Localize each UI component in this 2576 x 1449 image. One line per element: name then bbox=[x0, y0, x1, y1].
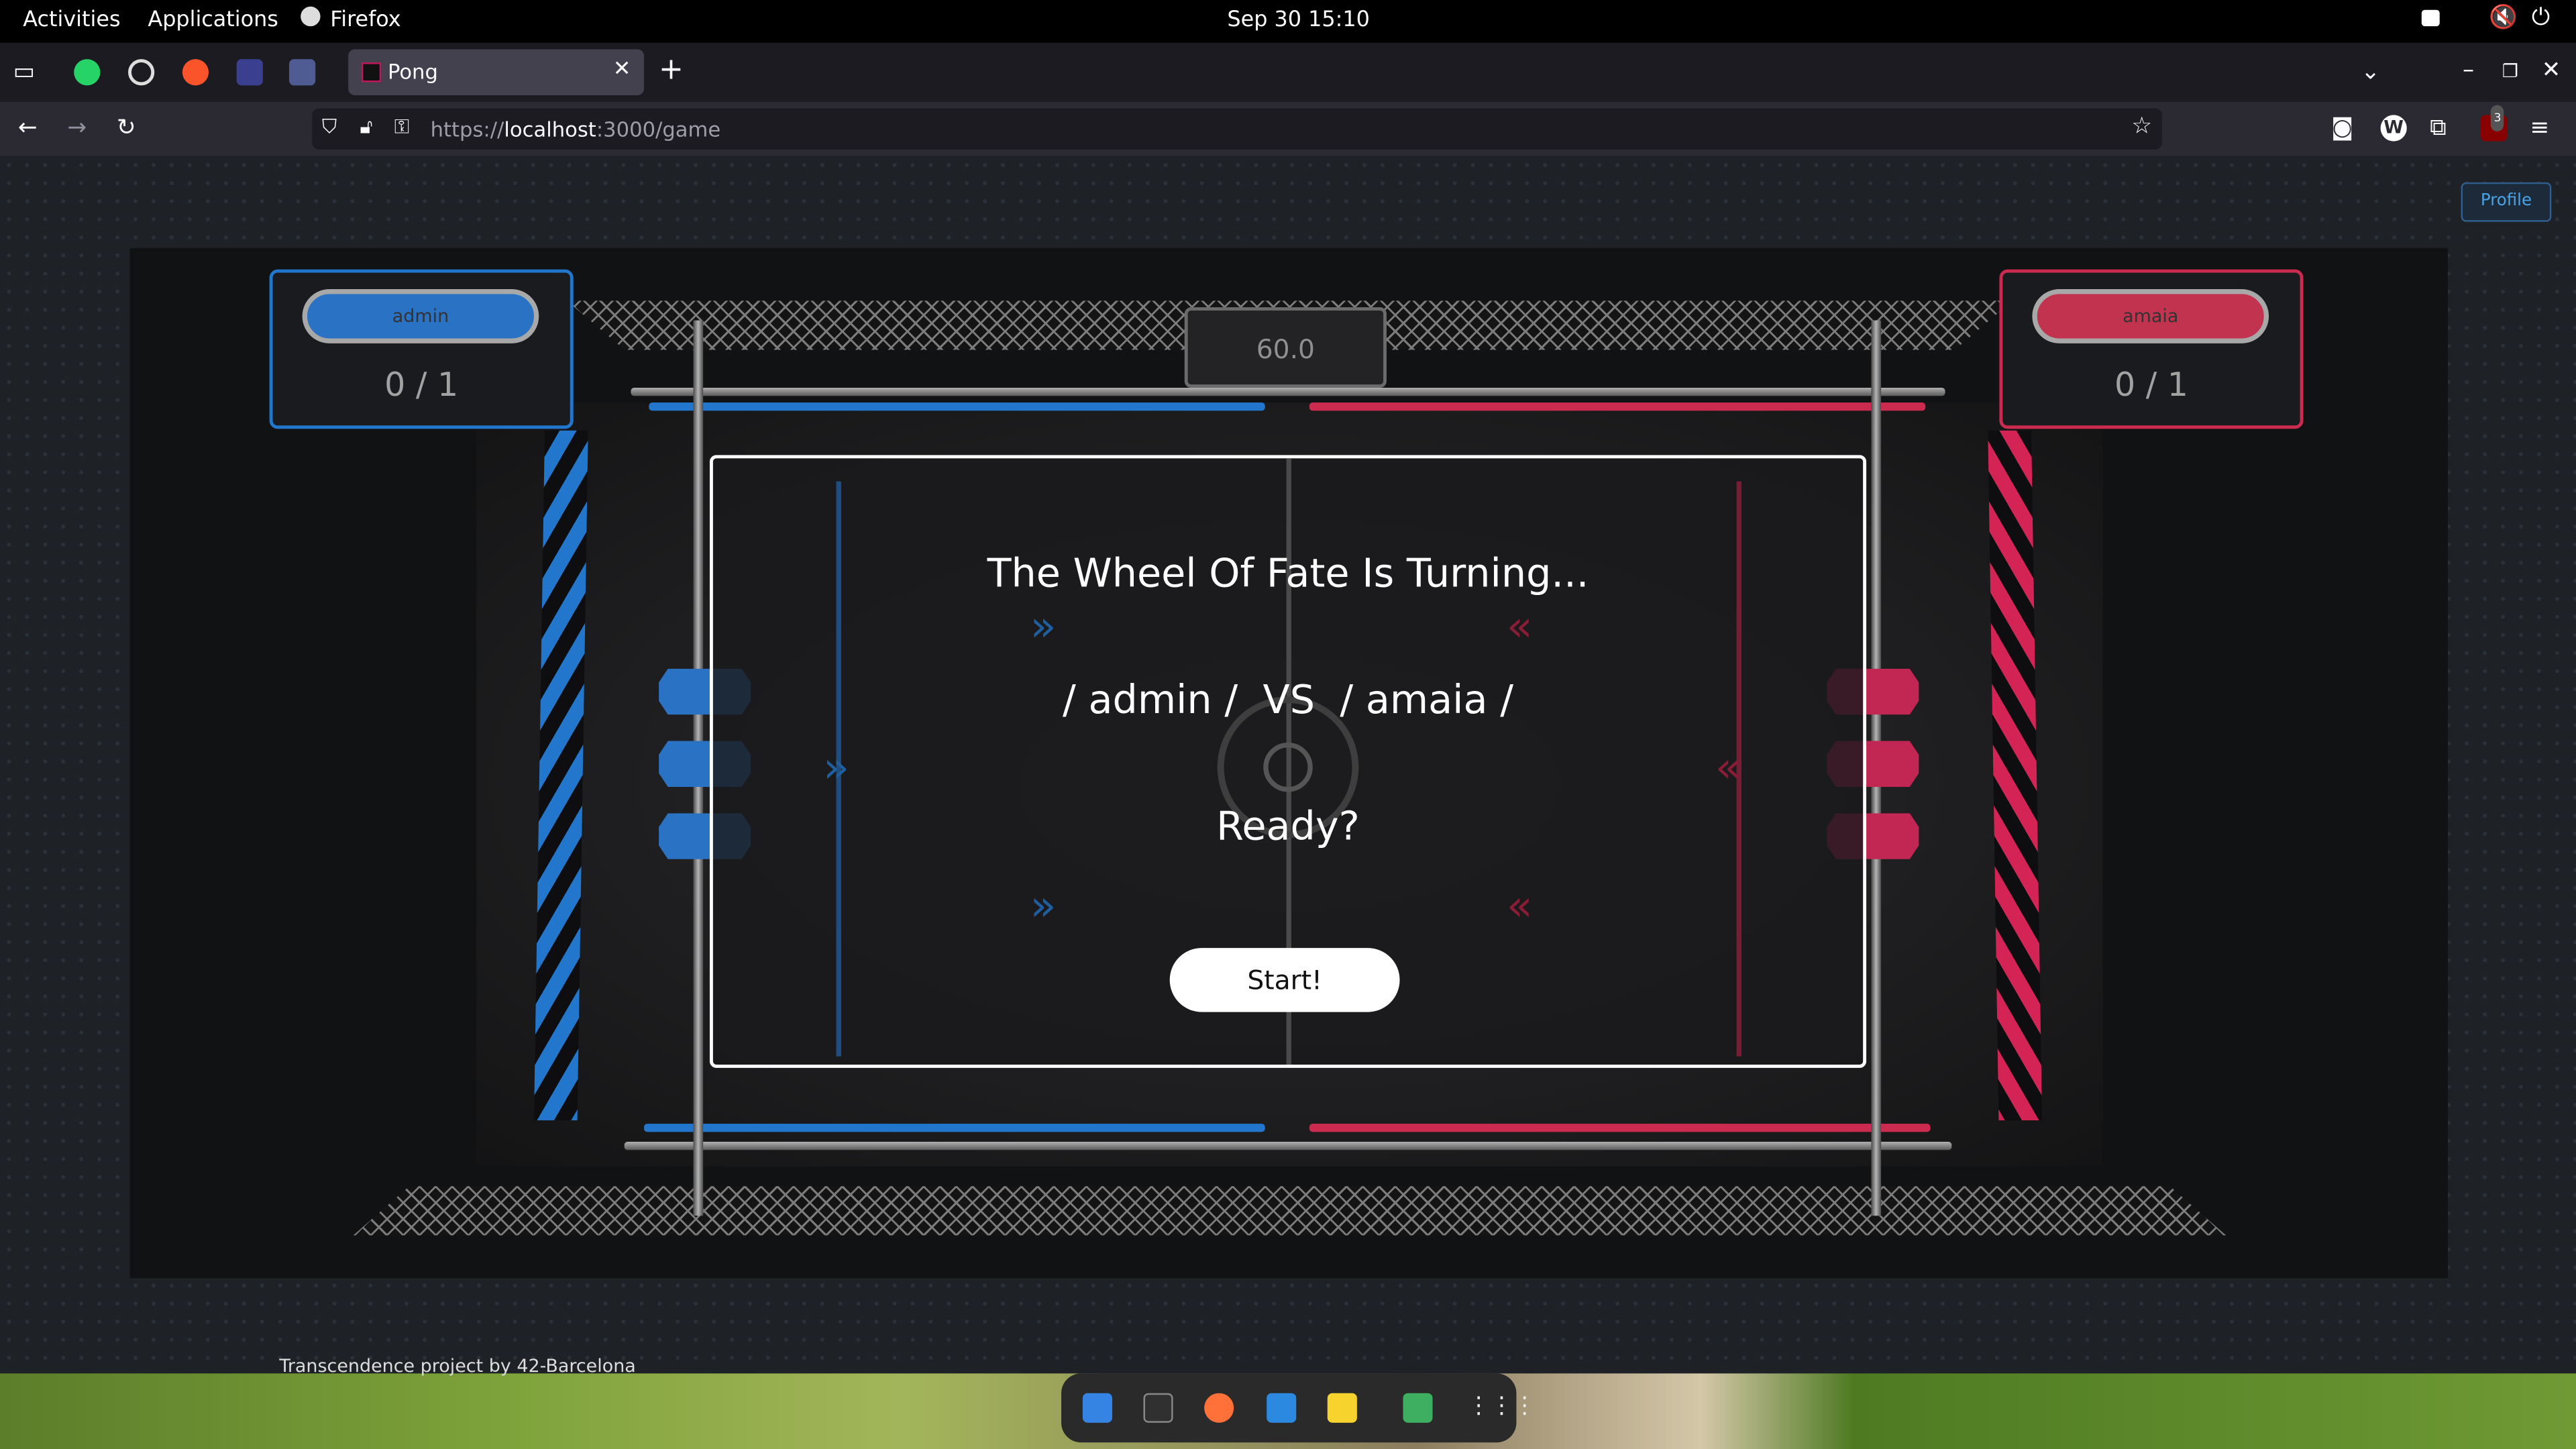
volume-muted-icon[interactable]: 🔇 bbox=[2489, 5, 2518, 31]
app-grid-icon[interactable]: ⋮⋮⋮ bbox=[1467, 1393, 1536, 1419]
left-player-score: 0 / 1 bbox=[384, 364, 459, 405]
app-menu-firefox[interactable]: Firefox bbox=[330, 8, 400, 33]
notes-icon[interactable] bbox=[1327, 1393, 1357, 1423]
pocket-icon[interactable]: ◙ bbox=[2331, 115, 2353, 141]
menu-icon[interactable]: ≡ bbox=[2530, 115, 2549, 141]
top-blue-line bbox=[649, 402, 1265, 411]
start-button[interactable]: Start! bbox=[1169, 948, 1400, 1012]
ublock-icon[interactable]: 3 bbox=[2480, 105, 2508, 142]
vscode-icon[interactable] bbox=[1267, 1393, 1297, 1423]
tab-overview-icon[interactable]: ▭ bbox=[13, 59, 35, 85]
globe-icon[interactable] bbox=[128, 59, 155, 86]
firefox-small-icon bbox=[301, 6, 321, 27]
key-icon[interactable]: ⚿ bbox=[394, 115, 409, 140]
tab-pong[interactable]: Pong ✕ bbox=[348, 49, 645, 96]
system-top-bar: Activities Applications Firefox Sep 30 1… bbox=[0, 0, 2576, 43]
bottom-rail bbox=[624, 1142, 1952, 1150]
blue-chevron-icon: » bbox=[822, 744, 849, 794]
match-timer: 60.0 bbox=[1184, 307, 1387, 388]
php-icon[interactable] bbox=[289, 59, 316, 86]
list-tabs-chevron-icon[interactable]: ⌄ bbox=[2361, 59, 2380, 85]
close-tab-icon[interactable]: ✕ bbox=[613, 58, 631, 83]
page-footer: Transcendence project by 42-Barcelona bbox=[279, 1355, 636, 1377]
left-player-scorebox: admin 0 / 1 bbox=[269, 269, 574, 429]
pong-favicon-icon bbox=[361, 62, 382, 83]
power-icon[interactable]: ⏻ bbox=[2532, 5, 2550, 31]
back-icon[interactable]: ← bbox=[18, 115, 38, 141]
url-bar[interactable]: ⛉ 🔓︎ ⚿ https://localhost:3000/game ☆ bbox=[312, 108, 2162, 150]
clock[interactable]: Sep 30 15:10 bbox=[1227, 8, 1370, 33]
tab-title: Pong bbox=[387, 59, 438, 84]
extensions-icon[interactable]: ⧉ bbox=[2430, 115, 2446, 141]
extension-badge: 3 bbox=[2490, 105, 2505, 131]
dialog-title: The Wheel Of Fate Is Turning... bbox=[987, 550, 1589, 596]
firefox-icon[interactable] bbox=[1204, 1393, 1234, 1423]
reload-icon[interactable]: ↻ bbox=[117, 115, 136, 141]
ready-prompt: Ready? bbox=[1216, 803, 1360, 850]
red-chevron-icon: « bbox=[1506, 602, 1533, 653]
bookmark-star-icon[interactable]: ☆ bbox=[2131, 113, 2152, 140]
software-icon[interactable] bbox=[1403, 1393, 1433, 1423]
profile-button[interactable]: Profile bbox=[2461, 182, 2552, 222]
minimize-icon[interactable]: – bbox=[2463, 58, 2474, 84]
lock-icon bbox=[2421, 9, 2440, 27]
shield-icon[interactable]: ⛉ bbox=[322, 115, 337, 140]
files-icon[interactable] bbox=[1082, 1393, 1112, 1423]
brave-icon[interactable] bbox=[182, 59, 209, 86]
bottom-red-line bbox=[1309, 1124, 1931, 1132]
right-player-score: 0 / 1 bbox=[2114, 364, 2188, 405]
bottom-mesh-wall bbox=[353, 1186, 2226, 1236]
bracket-icon[interactable] bbox=[236, 59, 263, 86]
top-red-line bbox=[1309, 402, 1926, 411]
red-chevron-icon: « bbox=[1506, 882, 1533, 932]
blue-chevron-icon: » bbox=[1030, 882, 1057, 932]
terminal-icon[interactable] bbox=[1143, 1393, 1173, 1423]
activities-button[interactable]: Activities bbox=[23, 8, 120, 33]
wordpress-icon[interactable]: W bbox=[2380, 115, 2407, 142]
right-player-name: amaia bbox=[2032, 289, 2269, 343]
red-chevron-icon: « bbox=[1715, 744, 1741, 794]
url-text: https://localhost:3000/game bbox=[430, 116, 721, 142]
right-player-scorebox: amaia 0 / 1 bbox=[1999, 269, 2304, 429]
top-rail bbox=[631, 387, 1945, 396]
bottom-blue-line bbox=[644, 1124, 1265, 1132]
whatsapp-icon[interactable] bbox=[74, 59, 101, 86]
applications-menu[interactable]: Applications bbox=[148, 8, 278, 33]
restore-icon[interactable]: ❐ bbox=[2502, 59, 2518, 85]
matchup-text: / admin / VS / amaia / bbox=[1063, 676, 1514, 723]
left-player-name: admin bbox=[302, 289, 539, 343]
window-close-icon[interactable]: ✕ bbox=[2542, 58, 2561, 84]
new-tab-icon[interactable]: + bbox=[659, 55, 684, 85]
forward-icon[interactable]: → bbox=[67, 115, 87, 141]
blue-chevron-icon: » bbox=[1030, 602, 1057, 653]
center-dot bbox=[1263, 742, 1313, 792]
insecure-lock-icon[interactable]: 🔓︎ bbox=[360, 115, 372, 140]
